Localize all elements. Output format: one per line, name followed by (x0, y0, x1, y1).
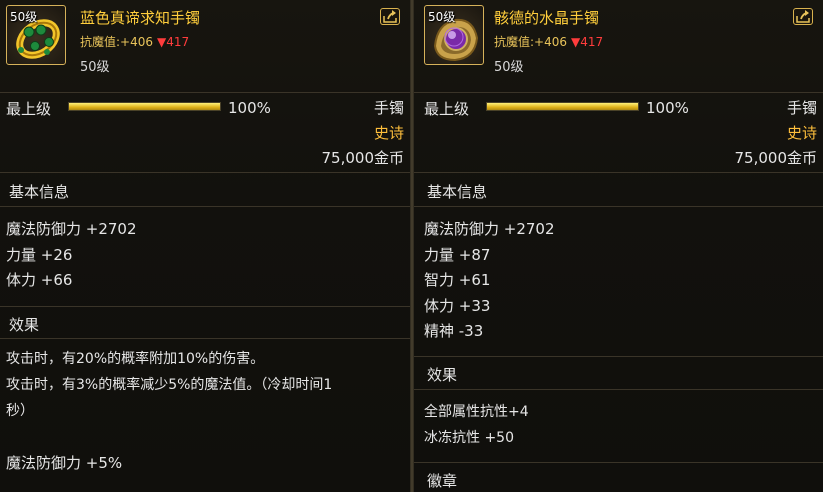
item-type: 手镯 (786, 99, 817, 117)
magic-resist: 抗魔值:+406 ▼417 (80, 33, 189, 50)
stat-line: 体力 +33 (424, 297, 491, 315)
effect-line: 秒） (6, 403, 34, 419)
divider (414, 356, 823, 357)
resist-label: 抗魔值: (494, 35, 535, 49)
grade-label: 最上级 (424, 100, 470, 118)
badge-title: 徽章 (427, 472, 458, 490)
effect-title: 效果 (427, 366, 458, 384)
divider (414, 389, 823, 390)
basic-info-title: 基本信息 (427, 183, 488, 201)
item-tooltip-left: 50级 蓝色真谛求知手镯 抗魔值:+406 ▼417 50级 最上级 100% … (0, 0, 410, 492)
effect-line: 全部属性抗性+4 (424, 404, 529, 420)
divider (414, 462, 823, 463)
effect-text: 攻击时，有20%的概率附加10%的伤害。 攻击时，有3%的概率减少5%的魔法值。… (6, 346, 401, 476)
basic-info-title: 基本信息 (9, 183, 70, 201)
effect-line: 冰冻抗性 +50 (424, 430, 514, 446)
share-button[interactable] (380, 8, 400, 25)
stat-line: 魔法防御力 +2702 (424, 220, 555, 238)
required-level: 50级 (494, 60, 524, 75)
stat-line: 力量 +87 (424, 246, 491, 264)
stat-line: 力量 +26 (6, 246, 73, 264)
magic-resist: 抗魔值:+406 ▼417 (494, 33, 603, 50)
grade-bar (68, 102, 221, 111)
divider (0, 92, 410, 93)
share-icon (796, 10, 810, 23)
item-rarity: 史诗 (373, 124, 404, 142)
resist-down-value: ▼417 (571, 35, 604, 49)
divider (414, 172, 823, 173)
divider (0, 206, 410, 207)
effect-title: 效果 (9, 316, 40, 334)
tooltip-header: 50级 蓝色真谛求知手镯 抗魔值:+406 ▼417 50级 (0, 0, 410, 88)
effect-line (6, 424, 401, 450)
divider (0, 306, 410, 307)
stat-line: 魔法防御力 +2702 (6, 220, 137, 238)
divider (414, 92, 823, 93)
tooltip-header: 50级 骸德的水晶手镯 抗魔值:+406 ▼417 50级 (414, 0, 823, 88)
resist-value: +406 (534, 35, 568, 49)
share-icon (383, 10, 397, 23)
grade-percent: 100% (646, 99, 689, 117)
item-icon-slot[interactable]: 50级 (424, 5, 484, 65)
item-price: 75,000金币 (321, 149, 405, 167)
grade-bar-fill (69, 103, 220, 110)
effect-line: 魔法防御力 +5% (6, 454, 123, 472)
divider (414, 206, 823, 207)
resist-value: +406 (120, 35, 154, 49)
resist-down-value: ▼417 (157, 35, 190, 49)
stat-line: 体力 +66 (6, 271, 73, 289)
grade-label: 最上级 (6, 100, 52, 118)
grade-bar-fill (487, 103, 638, 110)
divider (0, 338, 410, 339)
item-price: 75,000金币 (734, 149, 818, 167)
level-badge: 50级 (428, 10, 456, 24)
item-type: 手镯 (373, 99, 404, 117)
divider (0, 172, 410, 173)
item-icon-slot[interactable]: 50级 (6, 5, 66, 65)
stat-line: 智力 +61 (424, 271, 491, 289)
effect-line: 攻击时，有3%的概率减少5%的魔法值。（冷却时间1 (6, 377, 333, 393)
item-rarity: 史诗 (786, 124, 817, 142)
required-level: 50级 (80, 60, 110, 75)
effect-line: 攻击时，有20%的概率附加10%的伤害。 (6, 351, 265, 367)
grade-percent: 100% (228, 99, 271, 117)
stat-line: 精神 -33 (424, 322, 484, 340)
item-tooltip-right: 50级 骸德的水晶手镯 抗魔值:+406 ▼417 50级 最上级 100% 手… (414, 0, 823, 492)
resist-label: 抗魔值: (80, 35, 121, 49)
item-name: 蓝色真谛求知手镯 (80, 9, 201, 27)
level-badge: 50级 (10, 10, 38, 24)
item-name: 骸德的水晶手镯 (494, 9, 600, 27)
share-button[interactable] (793, 8, 813, 25)
grade-bar (486, 102, 639, 111)
